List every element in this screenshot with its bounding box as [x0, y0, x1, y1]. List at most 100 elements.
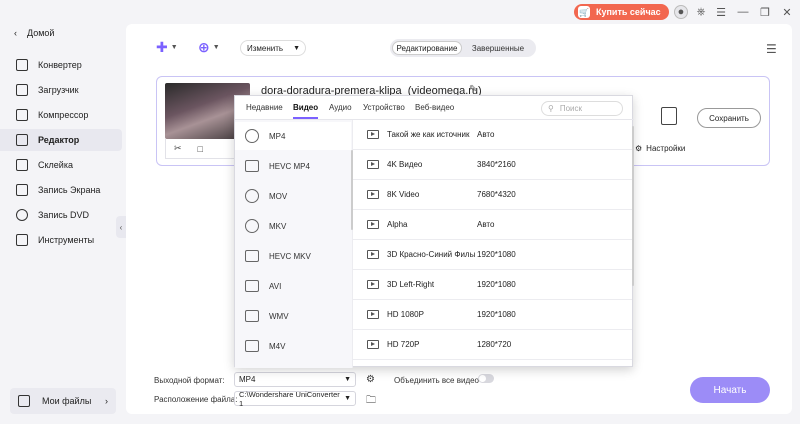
preset-row[interactable]: Alpha Авто: [353, 210, 632, 240]
start-button[interactable]: Начать: [690, 377, 770, 403]
preset-row[interactable]: 4K Видео 3840*2160: [353, 150, 632, 180]
sidebar-collapse-toggle[interactable]: ‹: [116, 216, 126, 238]
format-search-input[interactable]: ⚲ Поиск: [541, 101, 623, 116]
sidebar-item-merger[interactable]: Склейка: [0, 154, 122, 176]
mp4-icon: [245, 129, 259, 143]
mov-icon: [245, 189, 259, 203]
hevc-icon: [245, 160, 259, 172]
buy-now-button[interactable]: 🛒 Купить сейчас: [574, 4, 669, 20]
edit-dropdown[interactable]: Изменить ▼: [240, 40, 306, 56]
preset-resolution: Авто: [477, 220, 495, 229]
save-button[interactable]: Сохранить: [697, 108, 761, 128]
tab-finished[interactable]: Завершенные: [462, 41, 534, 55]
video-preset-icon: [367, 130, 379, 139]
chevron-left-icon: ‹: [119, 222, 123, 232]
home-back-button[interactable]: ‹ Домой: [14, 28, 54, 38]
converter-icon: [16, 59, 28, 71]
format-label: WMV: [269, 311, 289, 321]
preset-resolution: 3840*2160: [477, 160, 516, 169]
scissors-icon: [16, 134, 28, 146]
preset-name: Alpha: [387, 220, 408, 229]
sidebar-item-label: Конвертер: [38, 60, 82, 70]
sidebar-item-toolbox[interactable]: Инструменты: [0, 229, 122, 251]
trim-icon[interactable]: ✂: [174, 143, 182, 154]
support-icon[interactable]: ⎈: [694, 5, 708, 19]
buy-now-label: Купить сейчас: [596, 7, 661, 17]
settings-button[interactable]: ⚙ Настройки: [635, 144, 685, 153]
file-location-value: C:\Wondershare UniConverter 1: [239, 389, 340, 408]
preset-list-scrollbar[interactable]: [632, 126, 634, 286]
sidebar-item-dvd-burner[interactable]: Запись DVD: [0, 204, 122, 226]
format-item-m4v[interactable]: M4V: [235, 332, 351, 360]
chevron-down-icon: ▼: [293, 44, 300, 52]
format-item-avi[interactable]: AVI: [235, 272, 351, 300]
format-settings-icon[interactable]: ⚙: [366, 374, 375, 385]
chevron-left-icon: ‹: [14, 28, 17, 38]
preset-resolution: 1280*720: [477, 340, 512, 349]
preset-name: 8K Video: [387, 190, 420, 199]
maximize-icon[interactable]: ❐: [758, 5, 772, 19]
preset-row[interactable]: 3D Красно-Синий Фильм 1920*1080: [353, 240, 632, 270]
sidebar-item-converter[interactable]: Конвертер: [0, 54, 122, 76]
tab-recent[interactable]: Недавние: [246, 103, 283, 112]
preset-name: 4K Видео: [387, 160, 423, 169]
chevron-down-icon: ▼: [212, 43, 220, 51]
add-device-icon: ⊕: [198, 38, 210, 55]
list-menu-icon[interactable]: ☰: [766, 42, 777, 56]
close-icon[interactable]: ✕: [780, 5, 794, 19]
tab-device[interactable]: Устройство: [363, 103, 405, 112]
output-format-select[interactable]: MP4 ▼: [234, 372, 356, 387]
format-item-mp4[interactable]: MP4: [235, 122, 351, 150]
open-folder-icon[interactable]: 🗀: [366, 393, 376, 410]
folder-icon: [18, 395, 30, 407]
format-item-mov[interactable]: MOV: [235, 182, 351, 210]
video-preset-icon: [367, 190, 379, 199]
preset-row[interactable]: HD 1080P 1920*1080: [353, 300, 632, 330]
sidebar-item-downloader[interactable]: Загрузчик: [0, 79, 122, 101]
sidebar-item-label: Запись DVD: [38, 210, 90, 220]
output-format-label: Выходной формат:: [154, 376, 225, 385]
mkv-icon: [245, 219, 259, 233]
edit-dropdown-value: Изменить: [247, 43, 284, 53]
menu-icon[interactable]: ☰: [714, 5, 728, 19]
format-list: MP4 HEVC MP4 MOV MKV HEVC MKV AVI WMV M4…: [235, 120, 353, 368]
my-files-button[interactable]: Мои файлы ›: [10, 388, 116, 414]
screen-record-icon: [16, 184, 28, 196]
minimize-icon[interactable]: —: [736, 5, 750, 19]
preset-resolution: 1920*1080: [477, 310, 516, 319]
rename-icon[interactable]: ✎: [469, 84, 477, 95]
view-tabs: Редактирование Завершенные: [390, 39, 536, 57]
sidebar-item-label: Инструменты: [38, 235, 95, 245]
add-file-button[interactable]: ✚ ▼: [156, 38, 178, 56]
crop-icon[interactable]: □: [198, 144, 203, 154]
tab-editing[interactable]: Редактирование: [392, 41, 462, 55]
tab-audio[interactable]: Аудио: [329, 103, 352, 112]
preset-resolution: Авто: [477, 130, 495, 139]
output-format-value: MP4: [239, 375, 256, 384]
format-item-mkv[interactable]: MKV: [235, 212, 351, 240]
video-preset-icon: [367, 220, 379, 229]
merge-toggle[interactable]: [478, 374, 494, 383]
preset-row[interactable]: 8K Video 7680*4320: [353, 180, 632, 210]
preset-row[interactable]: 3D Left-Right 1920*1080: [353, 270, 632, 300]
add-from-device-button[interactable]: ⊕ ▼: [198, 38, 220, 56]
preset-name: 3D Left-Right: [387, 280, 435, 289]
preset-row[interactable]: Такой же как источник Авто: [353, 120, 632, 150]
format-item-hevc-mkv[interactable]: HEVC MKV: [235, 242, 351, 270]
home-label: Домой: [27, 28, 55, 38]
sidebar-item-editor[interactable]: Редактор: [0, 129, 122, 151]
sidebar-item-compressor[interactable]: Компрессор: [0, 104, 122, 126]
tab-video[interactable]: Видео: [293, 103, 319, 119]
video-preset-icon: [367, 280, 379, 289]
preset-row[interactable]: HD 720P 1280*720: [353, 330, 632, 360]
output-settings-icon[interactable]: [661, 107, 677, 125]
sidebar-item-screen-recorder[interactable]: Запись Экрана: [0, 179, 122, 201]
sidebar-item-label: Редактор: [38, 135, 80, 145]
format-item-hevc-mp4[interactable]: HEVC MP4: [235, 152, 351, 180]
tab-web-video[interactable]: Веб-видео: [415, 103, 454, 112]
account-icon[interactable]: ●: [674, 5, 688, 19]
file-location-select[interactable]: C:\Wondershare UniConverter 1 ▼: [234, 389, 356, 408]
format-item-wmv[interactable]: WMV: [235, 302, 351, 330]
file-location-label: Расположение файла:: [154, 395, 238, 404]
sidebar-item-label: Запись Экрана: [38, 185, 101, 195]
